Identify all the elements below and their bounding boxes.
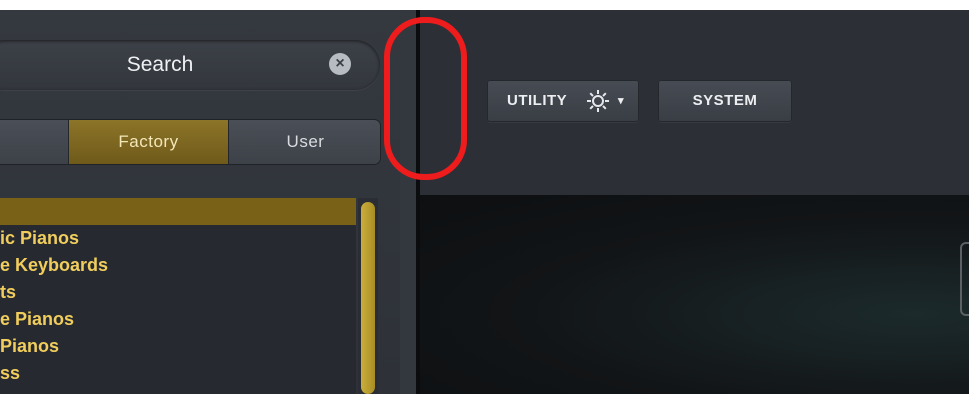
search-field[interactable]: Search × [0,40,380,90]
tree-item[interactable]: e Pianos [0,306,356,333]
browser-panel: Search × Factory User ic Pianos e Keyboa… [0,10,400,394]
instrument-tree: ic Pianos e Keyboards ts e Pianos Pianos… [0,198,356,394]
system-button[interactable]: SYSTEM [658,80,792,122]
tree-item[interactable]: ts [0,279,356,306]
gear-icon [587,90,609,112]
tab-user[interactable]: User [229,120,380,164]
tree-item[interactable]: Pianos [0,333,356,360]
tab-all[interactable] [0,120,69,164]
dropdown-caret-icon: ▾ [618,95,625,107]
display-control-edge[interactable] [960,242,969,316]
app-window: Search × Factory User ic Pianos e Keyboa… [0,10,969,394]
tab-factory[interactable]: Factory [69,120,229,164]
main-panel: UTILITY ▾ SYSTEM [420,10,969,394]
instrument-display-area [420,195,969,394]
utility-button[interactable]: UTILITY ▾ [487,80,639,122]
tree-item[interactable]: e Keyboards [0,252,356,279]
tree-item[interactable]: ic Pianos [0,225,356,252]
clear-search-icon[interactable]: × [329,53,351,75]
tree-item-selected[interactable] [0,198,356,225]
tree-scrollbar[interactable] [358,198,378,394]
utility-label: UTILITY [507,92,568,109]
search-input[interactable]: Search [0,40,340,90]
scrollbar-thumb[interactable] [361,202,375,394]
tree-item[interactable]: ss [0,360,356,387]
browser-tabs: Factory User [0,120,380,164]
